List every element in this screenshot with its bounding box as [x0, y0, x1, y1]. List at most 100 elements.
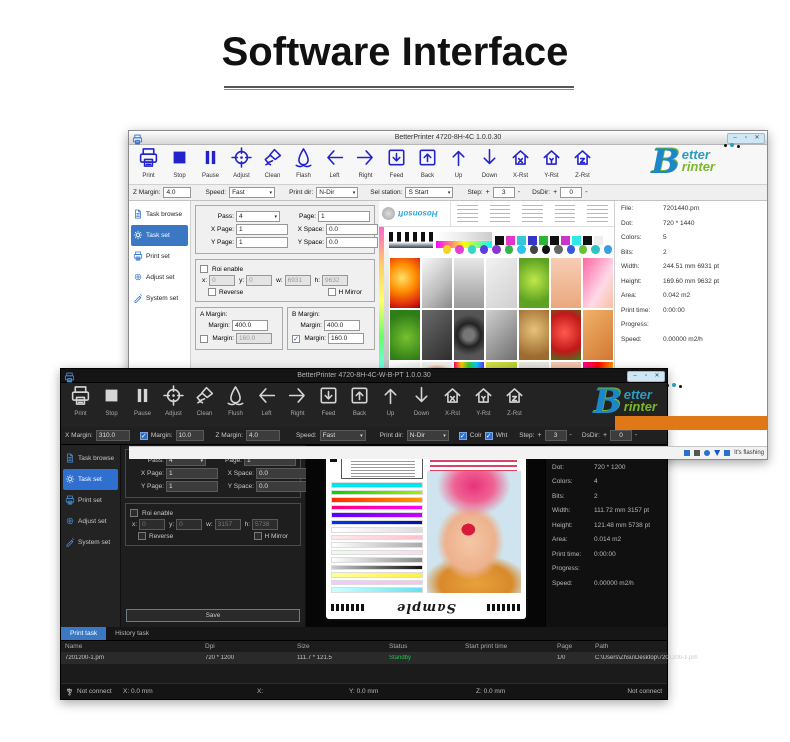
- toolbar-button[interactable]: Print: [65, 385, 96, 417]
- x-page-input[interactable]: [166, 468, 218, 479]
- toolbar-button[interactable]: Print: [133, 147, 164, 179]
- print-dir-select[interactable]: N-Dir ▾: [316, 187, 358, 198]
- table-header-cell[interactable]: Name: [65, 643, 205, 650]
- table-row[interactable]: 7201200-1.prn 720 * 1200 111.7 * 121.5 S…: [61, 652, 667, 664]
- close-button[interactable]: ✕: [752, 134, 762, 143]
- speed-select[interactable]: Fast ▾: [229, 187, 275, 198]
- h-mirror-checkbox[interactable]: [328, 288, 336, 296]
- toolbar-button[interactable]: Flash: [288, 147, 319, 179]
- toolbar-button[interactable]: Up: [443, 147, 474, 179]
- toolbar-button[interactable]: Adjust: [158, 385, 189, 417]
- dsdir-plus-button[interactable]: +: [553, 189, 557, 196]
- sel-station-select[interactable]: S Start ▾: [405, 187, 453, 198]
- toolbar-button[interactable]: Clean: [257, 147, 288, 179]
- sidebar-item[interactable]: Task set: [131, 225, 188, 246]
- roi-h-input[interactable]: [252, 519, 278, 530]
- h-mirror-checkbox[interactable]: [254, 532, 262, 540]
- table-header-cell[interactable]: Status: [389, 643, 465, 650]
- toolbar-button[interactable]: X-Rst: [437, 385, 468, 417]
- pass-select[interactable]: 4 ▾: [236, 211, 280, 222]
- toolbar-button[interactable]: Down: [474, 147, 505, 179]
- dsdir-input[interactable]: [560, 187, 582, 198]
- toolbar-button[interactable]: Stop: [164, 147, 195, 179]
- sidebar-item[interactable]: Task set: [63, 469, 118, 490]
- y-space-input[interactable]: [326, 237, 378, 248]
- minimize-button[interactable]: –: [630, 372, 640, 381]
- roi-h-input[interactable]: [322, 275, 348, 286]
- minimize-button[interactable]: –: [730, 134, 740, 143]
- x-page-input[interactable]: [236, 224, 288, 235]
- margin-input[interactable]: [176, 430, 204, 441]
- y-page-input[interactable]: [166, 481, 218, 492]
- close-button[interactable]: ✕: [652, 372, 662, 381]
- toolbar-button[interactable]: Adjust: [226, 147, 257, 179]
- print-dir-select[interactable]: N-Dir ▾: [407, 430, 449, 441]
- roi-enable-checkbox[interactable]: [200, 265, 208, 273]
- x-margin-input[interactable]: [96, 430, 130, 441]
- toolbar-button[interactable]: Y-Rst: [468, 385, 499, 417]
- toolbar-button[interactable]: Left: [251, 385, 282, 417]
- toolbar-button[interactable]: Right: [350, 147, 381, 179]
- toolbar-button[interactable]: Left: [319, 147, 350, 179]
- toolbar-button[interactable]: Pause: [195, 147, 226, 179]
- roi-x-input[interactable]: [209, 275, 235, 286]
- toolbar-button[interactable]: Y-Rst: [536, 147, 567, 179]
- maximize-button[interactable]: ▫: [641, 372, 651, 381]
- task-tab[interactable]: History task: [106, 627, 158, 640]
- reverse-checkbox[interactable]: [138, 532, 146, 540]
- toolbar-button[interactable]: Feed: [381, 147, 412, 179]
- toolbar-button[interactable]: Up: [375, 385, 406, 417]
- sidebar-item[interactable]: System set: [63, 532, 118, 553]
- roi-y-input[interactable]: [246, 275, 272, 286]
- roi-w-input[interactable]: [215, 519, 241, 530]
- toolbar-button[interactable]: Back: [412, 147, 443, 179]
- table-header-cell[interactable]: Dpi: [205, 643, 297, 650]
- toolbar-button[interactable]: Right: [282, 385, 313, 417]
- step-input[interactable]: [545, 430, 567, 441]
- toolbar-button[interactable]: Flush: [220, 385, 251, 417]
- speed-select[interactable]: Fast ▾: [320, 430, 366, 441]
- y-space-input[interactable]: [256, 481, 308, 492]
- roi-w-input[interactable]: [285, 275, 311, 286]
- toolbar-button[interactable]: Down: [406, 385, 437, 417]
- b-margin2-checkbox[interactable]: ✓: [292, 335, 300, 343]
- b-margin1-input[interactable]: [324, 320, 360, 331]
- sidebar-item[interactable]: Task browse: [131, 204, 188, 225]
- step-minus-button[interactable]: -: [570, 432, 572, 439]
- roi-enable-checkbox[interactable]: [130, 509, 138, 517]
- roi-y-input[interactable]: [176, 519, 202, 530]
- sidebar-item[interactable]: Print set: [63, 490, 118, 511]
- sidebar-item[interactable]: Task browse: [63, 448, 118, 469]
- toolbar-button[interactable]: Z-Rst: [499, 385, 530, 417]
- a-margin1-input[interactable]: [232, 320, 268, 331]
- sidebar-item[interactable]: Adjust set: [131, 267, 188, 288]
- front-titlebar[interactable]: BetterPrinter 4720-8H-4C-W-B-PT 1.0.0.30…: [61, 369, 667, 383]
- sidebar-item[interactable]: Adjust set: [63, 511, 118, 532]
- sidebar-item[interactable]: System set: [131, 288, 188, 309]
- z-margin-input[interactable]: [163, 187, 191, 198]
- colr-checkbox[interactable]: ✓: [459, 432, 467, 440]
- z-margin-input[interactable]: [246, 430, 280, 441]
- a-margin2-input[interactable]: [236, 333, 272, 344]
- margin-checkbox[interactable]: ✓: [140, 432, 148, 440]
- step-minus-button[interactable]: -: [518, 189, 520, 196]
- x-space-input[interactable]: [256, 468, 308, 479]
- page-input[interactable]: [318, 211, 370, 222]
- reverse-checkbox[interactable]: [208, 288, 216, 296]
- table-header-cell[interactable]: Start print time: [465, 643, 557, 650]
- toolbar-button[interactable]: Clean: [189, 385, 220, 417]
- table-header-cell[interactable]: Path: [595, 643, 608, 650]
- maximize-button[interactable]: ▫: [741, 134, 751, 143]
- dsdir-minus-button[interactable]: -: [635, 432, 637, 439]
- x-space-input[interactable]: [326, 224, 378, 235]
- a-margin2-checkbox[interactable]: [200, 335, 208, 343]
- dsdir-input[interactable]: [610, 430, 632, 441]
- b-margin2-input[interactable]: [328, 333, 364, 344]
- toolbar-button[interactable]: Stop: [96, 385, 127, 417]
- toolbar-button[interactable]: Z-Rst: [567, 147, 598, 179]
- table-header-cell[interactable]: Size: [297, 643, 389, 650]
- wht-checkbox[interactable]: ✓: [485, 432, 493, 440]
- toolbar-button[interactable]: Feed: [313, 385, 344, 417]
- toolbar-button[interactable]: Pause: [127, 385, 158, 417]
- task-tab[interactable]: Print task: [61, 627, 106, 640]
